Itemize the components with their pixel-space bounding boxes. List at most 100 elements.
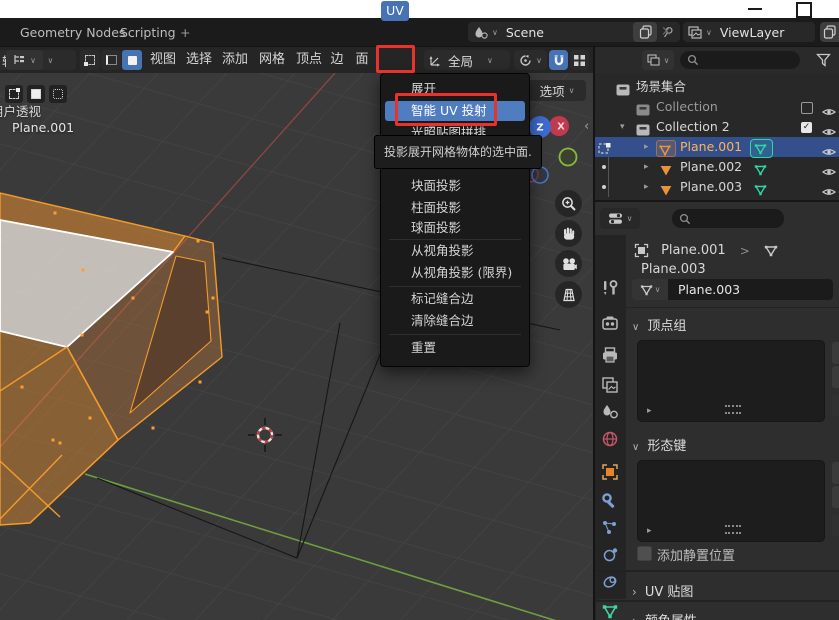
shape-keys-list[interactable]: ▸ <box>637 460 825 542</box>
scene-new-button[interactable] <box>633 22 657 42</box>
tab-modifiers[interactable] <box>601 492 619 510</box>
collection-2-label[interactable]: Collection 2 <box>656 117 730 137</box>
tab-object[interactable] <box>601 463 619 481</box>
menu-select[interactable]: 选择 <box>186 47 212 73</box>
editor-divider[interactable] <box>593 47 595 620</box>
expand-icon[interactable]: ▾ <box>620 117 625 137</box>
remove-shape-key-button[interactable] <box>832 486 839 508</box>
menu-vertex[interactable]: 顶点 <box>296 47 322 73</box>
tab-tool[interactable] <box>601 279 619 297</box>
camera-view-button[interactable] <box>555 250 582 277</box>
tab-physics[interactable] <box>601 546 619 564</box>
menu-item-project-from-view[interactable]: 从视角投影 <box>385 241 525 261</box>
remove-vertex-group-button[interactable] <box>832 366 839 388</box>
outliner-filter-button[interactable] <box>816 52 832 71</box>
editor-type-dropdown[interactable]: ∨ <box>600 208 640 229</box>
vertex-group-specials-button[interactable] <box>832 394 839 416</box>
mesh-data-icon[interactable] <box>764 244 778 257</box>
edge-select-button[interactable] <box>101 50 121 70</box>
mesh-datablock-dropdown[interactable]: ∨ <box>632 279 668 300</box>
collection-label[interactable]: Collection <box>656 97 718 117</box>
outliner-row-plane-001[interactable]: ▸ Plane.001 <box>594 137 839 157</box>
options-dropdown[interactable]: 选项 ∨ <box>528 80 586 101</box>
tab-constraints[interactable] <box>601 573 619 591</box>
outliner-row-plane-003[interactable]: ▸ Plane.003 <box>594 177 839 197</box>
select-circle-tool-button[interactable] <box>49 85 67 103</box>
scene-type-icon[interactable] <box>474 26 488 39</box>
toggle-perspective-button[interactable] <box>555 281 582 308</box>
tab-output[interactable] <box>601 346 619 364</box>
menu-view[interactable]: 视图 <box>150 47 176 73</box>
outliner-row-plane-002[interactable]: ▸ Plane.002 <box>594 157 839 177</box>
proportional-editing-button[interactable] <box>570 50 589 70</box>
minimize-icon[interactable] <box>748 8 762 10</box>
tab-particles[interactable] <box>601 519 619 537</box>
tab-render[interactable] <box>601 314 619 332</box>
scene-collection-label[interactable]: 场景集合 <box>636 77 686 97</box>
exclude-checkbox-checked[interactable]: ✓ <box>801 122 812 133</box>
list-disclosure-icon[interactable]: ▸ <box>647 406 652 416</box>
breadcrumb-object[interactable]: Plane.001 <box>661 243 726 258</box>
outliner-row-collection[interactable]: Collection <box>594 97 839 117</box>
menu-mesh[interactable]: 网格 <box>259 47 285 73</box>
add-workspace-button[interactable]: + <box>180 18 190 47</box>
expand-icon[interactable]: ▸ <box>644 177 649 197</box>
face-select-button[interactable] <box>122 50 142 70</box>
shape-key-specials-button[interactable] <box>832 514 839 536</box>
snap-toggle-button[interactable] <box>549 50 568 70</box>
exclude-checkbox-unchecked[interactable] <box>801 102 813 114</box>
outliner-row-collection-2[interactable]: ▾ Collection 2 ✓ <box>594 117 839 137</box>
add-vertex-group-button[interactable] <box>832 342 839 364</box>
panel-header-vertex-groups[interactable]: ∨顶点组 <box>632 315 686 334</box>
menu-item-cube-projection[interactable]: 块面投影 <box>385 176 525 196</box>
menu-item-sphere-projection[interactable]: 球面投影 <box>385 218 525 238</box>
menu-face[interactable]: 面 <box>355 47 368 73</box>
vertex-groups-list[interactable]: ▸ <box>637 340 825 422</box>
panel-header-shape-keys[interactable]: ∨形态键 <box>632 435 686 454</box>
menu-item-reset[interactable]: 重置 <box>385 338 525 358</box>
tab-world[interactable] <box>601 430 619 448</box>
scene-unlink-button[interactable]: × <box>661 24 672 39</box>
workspace-tab-geometry-nodes[interactable]: Geometry Nodes <box>20 18 125 47</box>
object-icon[interactable] <box>634 243 649 258</box>
viewlayer-name[interactable]: ViewLayer <box>720 25 785 40</box>
vertex-select-button[interactable] <box>80 50 100 70</box>
eye-icon[interactable] <box>822 182 836 201</box>
properties-search-input[interactable] <box>672 209 784 228</box>
rest-position-checkbox[interactable] <box>637 546 652 561</box>
expand-icon[interactable]: ▸ <box>644 157 649 177</box>
breadcrumb-data[interactable]: Plane.003 <box>641 262 706 277</box>
mesh-data-icon-active[interactable] <box>750 139 773 158</box>
list-disclosure-icon[interactable]: ▸ <box>647 526 652 536</box>
transform-orientation-dropdown[interactable]: 全局 ∨ <box>424 50 510 70</box>
tab-data-active[interactable] <box>601 603 619 620</box>
snap-dropdown[interactable]: ∨ <box>514 50 547 70</box>
resize-grip-icon[interactable] <box>725 525 741 534</box>
menu-edge[interactable]: 边 <box>330 47 343 73</box>
menu-uv-active[interactable]: UV <box>381 1 409 21</box>
tab-scene[interactable] <box>601 403 619 421</box>
plane-002-label[interactable]: Plane.002 <box>680 157 742 177</box>
maximize-icon[interactable] <box>796 2 812 18</box>
expand-icon[interactable]: ▸ <box>644 137 649 157</box>
outliner-row-scene-collection[interactable]: 场景集合 <box>594 77 839 97</box>
menu-item-mark-seam[interactable]: 标记缝合边 <box>385 289 525 309</box>
resize-grip-icon[interactable] <box>725 405 741 414</box>
panel-header-uv-maps[interactable]: ›UV 贴图 <box>632 581 693 600</box>
menu-item-clear-seam[interactable]: 清除缝合边 <box>385 311 525 331</box>
workspace-tab-scripting[interactable]: Scripting <box>120 18 176 47</box>
tab-view-layer[interactable] <box>601 376 619 394</box>
plane-001-label[interactable]: Plane.001 <box>680 137 742 157</box>
plane-003-label[interactable]: Plane.003 <box>680 177 742 197</box>
viewlayer-selector[interactable]: ∨ ViewLayer <box>683 22 815 42</box>
viewlayer-new-button[interactable] <box>820 22 839 42</box>
pan-button[interactable] <box>555 220 582 247</box>
menu-item-project-from-view-bounds[interactable]: 从视角投影 (限界) <box>385 263 525 283</box>
outliner-display-mode-dropdown[interactable]: ∨ <box>6 50 43 70</box>
mesh-name-field[interactable]: Plane.003 <box>668 279 833 300</box>
menu-add[interactable]: 添加 <box>222 47 248 73</box>
menu-item-cylinder-projection[interactable]: 柱面投影 <box>385 198 525 218</box>
mesh-data-icon[interactable] <box>754 181 767 200</box>
panel-header-color-attributes[interactable]: ›颜色属性 <box>632 610 697 620</box>
zoom-button[interactable] <box>555 190 582 217</box>
